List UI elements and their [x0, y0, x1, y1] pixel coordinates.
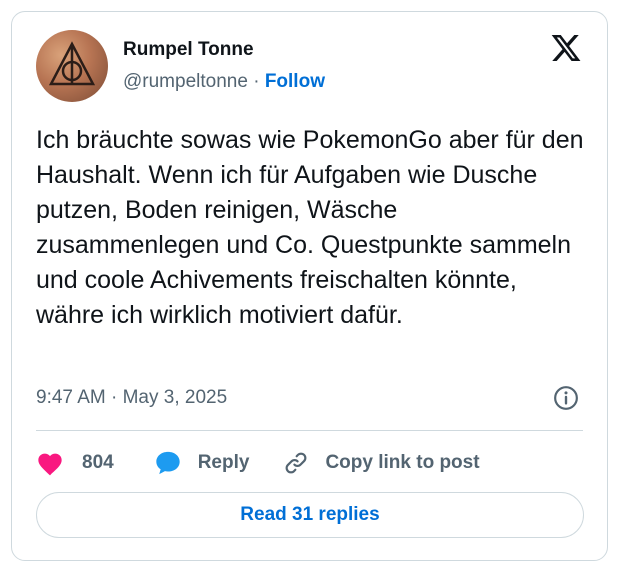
handle-separator: · [253, 71, 260, 92]
like-button[interactable]: 804 [36, 450, 114, 476]
reply-bubble-icon [156, 451, 180, 475]
like-count: 804 [82, 452, 114, 473]
info-icon[interactable] [553, 385, 579, 411]
tweet-card: Rumpel Tonne @rumpeltonne · Follow Ich b… [11, 11, 608, 561]
link-icon [286, 452, 307, 474]
author-handle-row: @rumpeltonne · Follow [123, 70, 325, 94]
author-name[interactable]: Rumpel Tonne [123, 38, 254, 62]
copy-link-button[interactable]: Copy link to post [283, 450, 480, 476]
heart-icon [38, 453, 62, 476]
tweet-timestamp[interactable]: 9:47 AM · May 3, 2025 [36, 386, 227, 410]
copy-link-label: Copy link to post [325, 452, 480, 473]
read-replies-button[interactable]: Read 31 replies [36, 492, 584, 538]
tweet-text: Ich bräuchte sowas wie PokemonGo aber fü… [36, 126, 584, 329]
reply-button[interactable]: Reply [154, 449, 250, 477]
action-bar: 804 Reply Copy link to post [36, 447, 480, 479]
author-handle[interactable]: @rumpeltonne [123, 71, 248, 92]
follow-button[interactable]: Follow [265, 71, 325, 92]
deathly-hallows-tattoo-icon [48, 41, 96, 86]
x-logo-icon[interactable] [550, 32, 582, 64]
divider [36, 430, 583, 431]
reply-label: Reply [197, 452, 250, 473]
author-avatar[interactable] [36, 30, 108, 102]
